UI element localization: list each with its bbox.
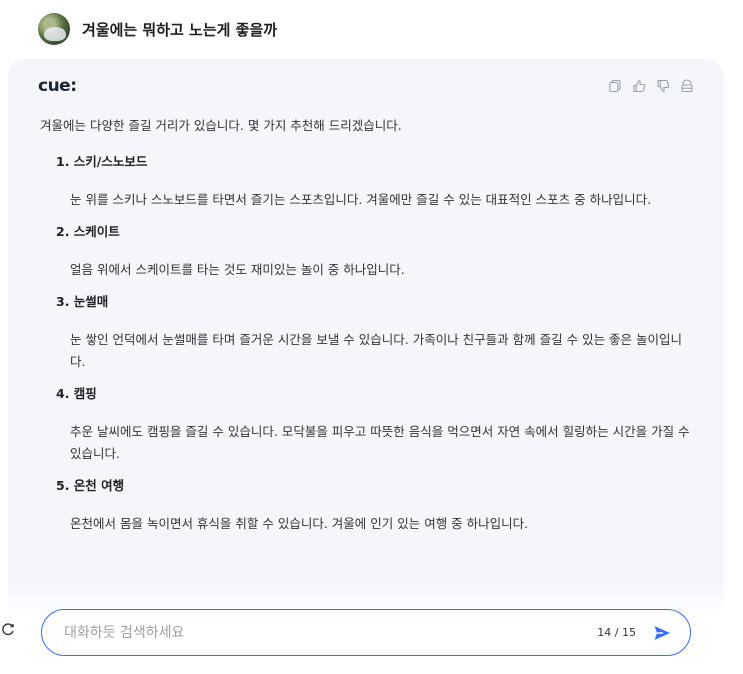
list-item-desc: 얼음 위에서 스케이트를 타는 것도 재미있는 놀이 중 하나입니다.: [70, 262, 405, 277]
answer-body: 겨울에는 다양한 즐길 거리가 있습니다. 몇 가지 추천해 드리겠습니다. 1…: [40, 115, 696, 545]
list-item-title: 5. 온천 여행: [56, 478, 125, 493]
thumbs-up-icon[interactable]: [632, 79, 646, 93]
send-icon[interactable]: [652, 623, 672, 643]
search-bar: 14 / 15: [41, 609, 691, 656]
avatar: [38, 13, 70, 45]
question-header: 겨울에는 뭐하고 노는게 좋을까: [38, 12, 277, 46]
list-item-desc: 온천에서 몸을 녹이면서 휴식을 취할 수 있습니다. 겨울에 인기 있는 여행…: [70, 516, 529, 531]
answer-card: cue: 겨울에는 다양한 즐길 거리가 있습니다. 몇 가지 추천해 드리겠습…: [8, 59, 724, 619]
list-item-desc: 추운 날씨에도 캠핑을 즐길 수 있습니다. 모닥불을 피우고 따뜻한 음식을 …: [70, 424, 690, 461]
list-item-desc: 눈 위를 스키나 스노보드를 타면서 즐기는 스포츠입니다. 겨울에만 즐길 수…: [70, 192, 652, 207]
refresh-icon[interactable]: [0, 617, 20, 641]
cue-logo: cue:: [38, 76, 77, 96]
share-icon[interactable]: [680, 79, 694, 93]
answer-card-header: cue:: [38, 75, 694, 97]
footer-strip: [60, 668, 700, 674]
question-text: 겨울에는 뭐하고 노는게 좋을까: [82, 20, 278, 39]
list-item-desc: 눈 쌓인 언덕에서 눈썰매를 타며 즐거운 시간을 보낼 수 있습니다. 가족이…: [70, 332, 683, 369]
page: 겨울에는 뭐하고 노는게 좋을까 cue: 겨울에는 다양한 즐길 거리가 있습…: [0, 0, 743, 674]
list-item-title: 3. 눈썰매: [56, 294, 109, 309]
list-item-title: 4. 캠핑: [56, 386, 97, 401]
list-item-title: 1. 스키/스노보드: [56, 154, 148, 169]
search-input[interactable]: [64, 624, 598, 641]
character-counter: 14 / 15: [597, 626, 636, 639]
answer-actions: [608, 79, 694, 93]
copy-icon[interactable]: [608, 79, 622, 93]
thumbs-down-icon[interactable]: [656, 79, 670, 93]
list-item-title: 2. 스케이트: [56, 224, 120, 239]
answer-intro: 겨울에는 다양한 즐길 거리가 있습니다. 몇 가지 추천해 드리겠습니다.: [40, 118, 402, 133]
